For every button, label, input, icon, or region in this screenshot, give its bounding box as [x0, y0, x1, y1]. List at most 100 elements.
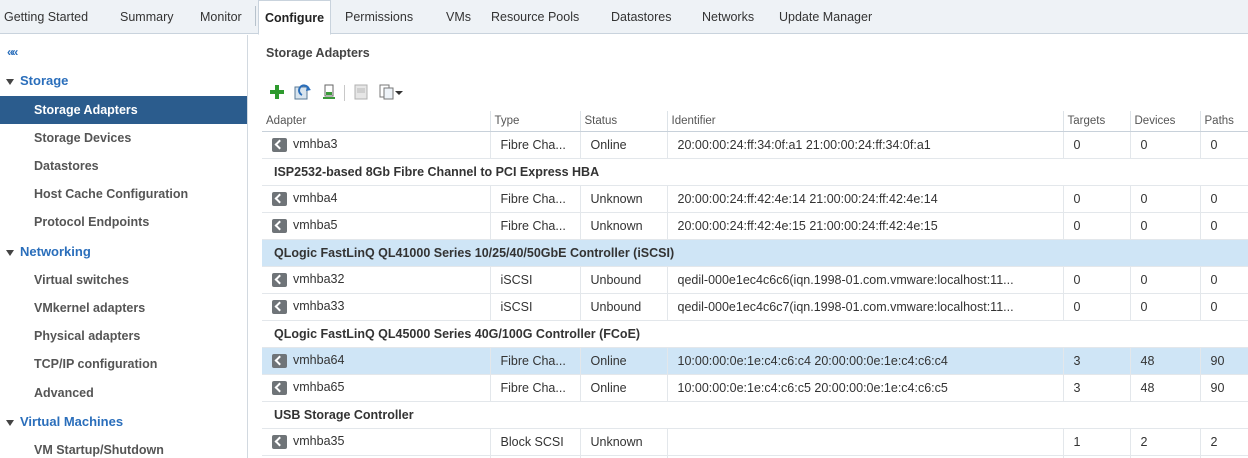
- devices-cell: 0: [1130, 185, 1201, 213]
- tab-resource-pools[interactable]: Resource Pools: [491, 0, 579, 34]
- table-row[interactable]: vmhba3 Fibre Cha... Online 20:00:00:24:f…: [262, 131, 1248, 159]
- sidebar-group-virtual-machines[interactable]: Virtual Machines: [6, 414, 123, 429]
- column-header-status[interactable]: Status: [580, 111, 668, 132]
- storage-adapter-icon: [272, 272, 287, 287]
- paths-cell: 0: [1200, 212, 1248, 240]
- paths-cell: 0: [1200, 131, 1248, 159]
- devices-cell: 48: [1130, 347, 1201, 375]
- rescan-icon[interactable]: [294, 83, 312, 101]
- status-cell: Unbound: [580, 293, 668, 321]
- devices-cell: 2: [1130, 428, 1201, 456]
- sidebar-item-vmkernel-adapters[interactable]: VMkernel adapters: [0, 294, 247, 322]
- tab-getting-started[interactable]: Getting Started: [4, 0, 88, 34]
- identifier-cell: qedil-000e1ec4c6c6(iqn.1998-01.com.vmwar…: [667, 266, 1064, 294]
- targets-cell: 0: [1063, 212, 1131, 240]
- main-panel: Storage Adapters Adapter Type Status Ide…: [258, 35, 1248, 458]
- adapter-cell: vmhba35: [262, 428, 491, 456]
- status-cell: Unbound: [580, 266, 668, 294]
- sidebar-group-label: Networking: [20, 244, 91, 259]
- identifier-cell: 10:00:00:0e:1e:c4:c6:c5 20:00:00:0e:1e:c…: [667, 374, 1064, 402]
- tab-vms[interactable]: VMs: [446, 0, 471, 34]
- targets-cell: 3: [1063, 374, 1131, 402]
- paths-cell: 90: [1200, 347, 1248, 375]
- group-label: ISP2532-based 8Gb Fibre Channel to PCI E…: [262, 158, 1248, 186]
- adapter-name: vmhba35: [293, 434, 345, 449]
- table-row[interactable]: vmhba35 Block SCSI Unknown 1 2 2: [262, 428, 1248, 456]
- sidebar-item-storage-adapters[interactable]: Storage Adapters: [0, 96, 247, 124]
- adapter-cell: vmhba65: [262, 374, 491, 402]
- type-cell: Block SCSI: [490, 428, 581, 456]
- table-row[interactable]: vmhba5 Fibre Cha... Unknown 20:00:00:24:…: [262, 212, 1248, 240]
- tab-monitor[interactable]: Monitor: [200, 0, 242, 34]
- table-row[interactable]: vmhba33 iSCSI Unbound qedil-000e1ec4c6c7…: [262, 293, 1248, 321]
- rescan-adapter-icon[interactable]: [320, 83, 338, 101]
- identifier-cell: qedil-000e1ec4c6c7(iqn.1998-01.com.vmwar…: [667, 293, 1064, 321]
- adapter-name: vmhba32: [293, 272, 345, 287]
- column-header-paths[interactable]: Paths: [1200, 111, 1248, 132]
- sidebar-item-host-cache-configuration[interactable]: Host Cache Configuration: [0, 180, 247, 208]
- table-group-row[interactable]: USB Storage Controller: [262, 401, 1248, 429]
- sidebar-item-physical-adapters[interactable]: Physical adapters: [0, 322, 247, 350]
- add-icon[interactable]: [268, 83, 286, 101]
- remove-icon[interactable]: [352, 83, 370, 101]
- table-group-row[interactable]: QLogic FastLinQ QL41000 Series 10/25/40/…: [262, 239, 1248, 267]
- targets-cell: 0: [1063, 131, 1131, 159]
- adapter-name: vmhba65: [293, 380, 345, 395]
- table-row[interactable]: vmhba64 Fibre Cha... Online 10:00:00:0e:…: [262, 347, 1248, 375]
- sidebar-item-datastores[interactable]: Datastores: [0, 152, 247, 180]
- targets-cell: 3: [1063, 347, 1131, 375]
- devices-cell: 0: [1130, 212, 1201, 240]
- sidebar-item-protocol-endpoints[interactable]: Protocol Endpoints: [0, 208, 247, 236]
- sidebar-item-storage-devices[interactable]: Storage Devices: [0, 124, 247, 152]
- sidebar-item-tcpip-configuration[interactable]: TCP/IP configuration: [0, 350, 247, 378]
- devices-cell: 0: [1130, 266, 1201, 294]
- devices-cell: 48: [1130, 374, 1201, 402]
- sidebar-group-label: Storage: [20, 73, 69, 88]
- tab-summary[interactable]: Summary: [120, 0, 173, 34]
- group-label: USB Storage Controller: [262, 401, 1248, 429]
- export-dropdown-chevron-icon[interactable]: [394, 83, 404, 101]
- tab-permissions[interactable]: Permissions: [345, 0, 413, 34]
- column-header-type[interactable]: Type: [490, 111, 581, 132]
- sidebar-item-advanced[interactable]: Advanced: [0, 379, 247, 407]
- sidebar-group-storage[interactable]: Storage: [6, 73, 68, 88]
- table-row[interactable]: vmhba32 iSCSI Unbound qedil-000e1ec4c6c6…: [262, 266, 1248, 294]
- targets-cell: 0: [1063, 266, 1131, 294]
- column-header-devices[interactable]: Devices: [1130, 111, 1201, 132]
- identifier-cell: 20:00:00:24:ff:34:0f:a1 21:00:00:24:ff:3…: [667, 131, 1064, 159]
- paths-cell: 2: [1200, 428, 1248, 456]
- paths-cell: 90: [1200, 374, 1248, 402]
- status-cell: Online: [580, 374, 668, 402]
- storage-adapter-icon: [272, 218, 287, 233]
- sidebar-item-virtual-switches[interactable]: Virtual switches: [0, 266, 247, 294]
- column-header-adapter[interactable]: Adapter: [262, 111, 491, 132]
- targets-cell: 0: [1063, 293, 1131, 321]
- column-header-identifier[interactable]: Identifier: [667, 111, 1064, 132]
- table-row[interactable]: vmhba4 Fibre Cha... Unknown 20:00:00:24:…: [262, 185, 1248, 213]
- settings-sidebar: «« Storage Storage Adapters Storage Devi…: [0, 35, 248, 458]
- storage-adapter-icon: [272, 137, 287, 152]
- expand-triangle-icon: [6, 249, 14, 256]
- identifier-cell: 20:00:00:24:ff:42:4e:15 21:00:00:24:ff:4…: [667, 212, 1064, 240]
- sidebar-item-vm-startup-shutdown[interactable]: VM Startup/Shutdown: [0, 436, 247, 458]
- expand-triangle-icon: [6, 419, 14, 426]
- status-cell: Online: [580, 131, 668, 159]
- tab-configure[interactable]: Configure: [258, 0, 332, 35]
- type-cell: Fibre Cha...: [490, 374, 581, 402]
- column-header-targets[interactable]: Targets: [1063, 111, 1131, 132]
- storage-adapter-icon: [272, 380, 287, 395]
- tab-networks[interactable]: Networks: [702, 0, 754, 34]
- storage-adapter-icon: [272, 299, 287, 314]
- paths-cell: 0: [1200, 266, 1248, 294]
- adapter-cell: vmhba3: [262, 131, 491, 159]
- sidebar-group-networking[interactable]: Networking: [6, 244, 91, 259]
- table-group-row[interactable]: QLogic FastLinQ QL45000 Series 40G/100G …: [262, 320, 1248, 348]
- table-row[interactable]: vmhba65 Fibre Cha... Online 10:00:00:0e:…: [262, 374, 1248, 402]
- type-cell: iSCSI: [490, 266, 581, 294]
- adapter-name: vmhba5: [293, 218, 338, 233]
- tab-update-manager[interactable]: Update Manager: [779, 0, 872, 34]
- type-cell: Fibre Cha...: [490, 212, 581, 240]
- tab-datastores[interactable]: Datastores: [611, 0, 671, 34]
- table-group-row[interactable]: ISP2532-based 8Gb Fibre Channel to PCI E…: [262, 158, 1248, 186]
- collapse-sidebar-icon[interactable]: ««: [7, 45, 18, 59]
